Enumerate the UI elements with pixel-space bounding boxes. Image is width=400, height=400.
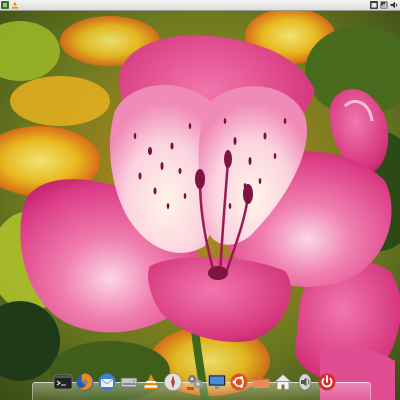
menu-icon[interactable]: [1, 1, 9, 9]
desktop: [0, 0, 400, 400]
vlc-tray-icon[interactable]: [11, 1, 19, 9]
web-browser-icon[interactable]: [163, 372, 183, 392]
home-icon[interactable]: [273, 372, 293, 392]
volume-icon[interactable]: [295, 372, 315, 392]
dock: [32, 370, 371, 400]
thunderbird-icon[interactable]: [97, 372, 117, 392]
settings-tools-icon[interactable]: [185, 372, 205, 392]
tray-window-icon[interactable]: [370, 1, 378, 9]
ubuntu-icon[interactable]: [229, 372, 249, 392]
firefox-icon[interactable]: [75, 372, 95, 392]
top-panel: [0, 0, 400, 11]
folder-icon[interactable]: [251, 372, 271, 392]
terminal-icon[interactable]: [53, 372, 73, 392]
drive-icon[interactable]: [119, 372, 139, 392]
display-icon[interactable]: [207, 372, 227, 392]
tray-network-icon[interactable]: [380, 1, 388, 9]
tray-volume-icon[interactable]: [390, 1, 398, 9]
vlc-icon[interactable]: [141, 372, 161, 392]
power-icon[interactable]: [317, 372, 337, 392]
wallpaper: [0, 11, 400, 400]
